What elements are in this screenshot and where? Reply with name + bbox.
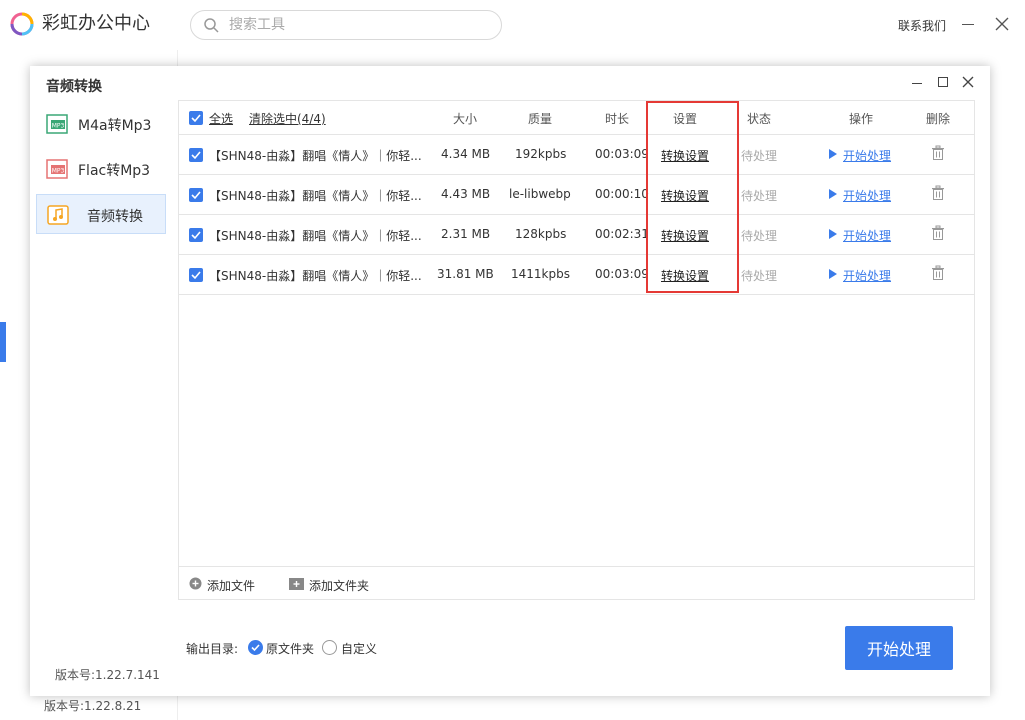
table-row: 【SHN48-由淼】翻唱《情人》｜你轻... 31.81 MB 1411kpbs…: [179, 255, 974, 295]
file-duration: 00:03:09: [595, 147, 649, 161]
col-header-duration: 时长: [605, 112, 630, 126]
status-text: 待处理: [741, 269, 778, 283]
panel-footer: 添加文件 添加文件夹: [179, 566, 974, 600]
table-row: 【SHN48-由淼】翻唱《情人》｜你轻... 2.31 MB 128kpbs 0…: [179, 215, 974, 255]
file-quality: 1411kpbs: [511, 267, 570, 281]
table-row: 【SHN48-由淼】翻唱《情人》｜你轻... 4.43 MB le-libweb…: [179, 175, 974, 215]
file-name: 【SHN48-由淼】翻唱《情人》｜你轻...: [209, 229, 422, 243]
trash-icon[interactable]: [931, 185, 945, 201]
play-icon: [829, 229, 837, 239]
start-process-link[interactable]: 开始处理: [829, 267, 891, 284]
close-icon[interactable]: [994, 16, 1010, 32]
dialog-maximize-icon[interactable]: [938, 77, 948, 87]
start-process-button[interactable]: 开始处理: [845, 626, 953, 670]
add-file-button[interactable]: 添加文件: [189, 577, 255, 594]
row-checkbox[interactable]: [189, 268, 203, 282]
col-header-quality: 质量: [528, 112, 553, 126]
select-all-checkbox[interactable]: [189, 111, 203, 125]
trash-icon[interactable]: [931, 265, 945, 281]
app-title: 彩虹办公中心: [42, 13, 150, 34]
rainbow-logo-icon: [10, 12, 34, 36]
contact-link[interactable]: 联系我们: [898, 17, 946, 34]
col-header-action: 操作: [849, 112, 874, 126]
audio-convert-dialog: 音频转换 MP3 M4a转Mp3 MP3 Flac转Mp3 音频转换 版本号:1…: [30, 66, 990, 696]
col-header-delete: 删除: [926, 112, 951, 126]
dialog-minimize-icon[interactable]: [912, 83, 922, 84]
sidebar-item-flac-to-mp3[interactable]: MP3 Flac转Mp3: [36, 149, 166, 189]
search-box[interactable]: [190, 10, 502, 40]
folder-plus-icon: [289, 578, 304, 590]
minimize-icon[interactable]: [962, 24, 974, 25]
add-folder-button[interactable]: 添加文件夹: [289, 577, 369, 594]
search-input[interactable]: [229, 16, 479, 34]
select-all-link[interactable]: 全选: [209, 110, 233, 127]
search-icon: [204, 18, 219, 33]
svg-text:MP3: MP3: [52, 168, 65, 175]
file-name: 【SHN48-由淼】翻唱《情人》｜你轻...: [209, 189, 422, 203]
output-directory-row: 输出目录: 原文件夹 自定义: [186, 640, 377, 657]
file-name: 【SHN48-由淼】翻唱《情人》｜你轻...: [209, 149, 422, 163]
col-header-size: 大小: [453, 112, 478, 126]
file-quality: le-libwebp: [509, 187, 571, 201]
status-text: 待处理: [741, 229, 778, 243]
mp3-file-icon: MP3: [46, 159, 68, 179]
play-icon: [829, 269, 837, 279]
action-label: 开始处理: [843, 229, 892, 243]
sidebar-item-audio-convert[interactable]: 音频转换: [36, 194, 166, 234]
col-header-status: 状态: [747, 112, 772, 126]
app-header: 彩虹办公中心 联系我们: [0, 0, 1025, 50]
play-icon: [829, 189, 837, 199]
row-checkbox[interactable]: [189, 188, 203, 202]
radio-source-folder[interactable]: [248, 640, 263, 655]
trash-icon[interactable]: [931, 145, 945, 161]
table-header: 全选 清除选中(4/4) 大小 质量 时长 设置 状态 操作 删除: [179, 101, 974, 135]
file-duration: 00:02:31: [595, 227, 649, 241]
action-label: 开始处理: [843, 149, 892, 163]
file-list-panel: 全选 清除选中(4/4) 大小 质量 时长 设置 状态 操作 删除 【SHN48…: [178, 100, 975, 600]
radio-custom[interactable]: [322, 640, 337, 655]
app-version: 版本号:1.22.8.21: [44, 699, 142, 713]
row-checkbox[interactable]: [189, 148, 203, 162]
action-label: 开始处理: [843, 269, 892, 283]
status-text: 待处理: [741, 149, 778, 163]
status-text: 待处理: [741, 189, 778, 203]
file-quality: 192kpbs: [515, 147, 567, 161]
sidebar-active-marker: [0, 322, 6, 362]
file-quality: 128kpbs: [515, 227, 567, 241]
mp3-file-icon: MP3: [46, 114, 68, 134]
start-process-link[interactable]: 开始处理: [829, 227, 891, 244]
output-label: 输出目录:: [186, 642, 239, 656]
sidebar-item-label: Flac转Mp3: [78, 163, 151, 179]
radio-custom-label: 自定义: [341, 642, 378, 656]
radio-source-label: 原文件夹: [266, 642, 315, 656]
action-label: 开始处理: [843, 189, 892, 203]
file-size: 2.31 MB: [441, 227, 491, 241]
settings-column-highlight: [646, 101, 739, 293]
file-size: 4.43 MB: [441, 187, 491, 201]
music-note-icon: [47, 205, 69, 225]
sidebar-item-m4a-to-mp3[interactable]: MP3 M4a转Mp3: [36, 104, 166, 144]
sidebar-item-label: 音频转换: [87, 209, 143, 225]
start-process-link[interactable]: 开始处理: [829, 187, 891, 204]
file-size: 31.81 MB: [437, 267, 494, 281]
dialog-sidebar: MP3 M4a转Mp3 MP3 Flac转Mp3 音频转换: [36, 104, 166, 239]
start-process-link[interactable]: 开始处理: [829, 147, 891, 164]
row-checkbox[interactable]: [189, 228, 203, 242]
sidebar-item-label: M4a转Mp3: [78, 118, 152, 134]
dialog-title: 音频转换: [46, 79, 102, 95]
svg-text:MP3: MP3: [52, 123, 65, 130]
file-duration: 00:00:10: [595, 187, 649, 201]
play-icon: [829, 149, 837, 159]
file-name: 【SHN48-由淼】翻唱《情人》｜你轻...: [209, 269, 422, 283]
trash-icon[interactable]: [931, 225, 945, 241]
dialog-close-icon[interactable]: [962, 76, 974, 88]
clear-selected-link[interactable]: 清除选中(4/4): [249, 110, 326, 127]
table-row: 【SHN48-由淼】翻唱《情人》｜你轻... 4.34 MB 192kpbs 0…: [179, 135, 974, 175]
plus-circle-icon: [189, 577, 202, 590]
file-duration: 00:03:09: [595, 267, 649, 281]
file-size: 4.34 MB: [441, 147, 491, 161]
dialog-version: 版本号:1.22.7.141: [55, 668, 160, 682]
